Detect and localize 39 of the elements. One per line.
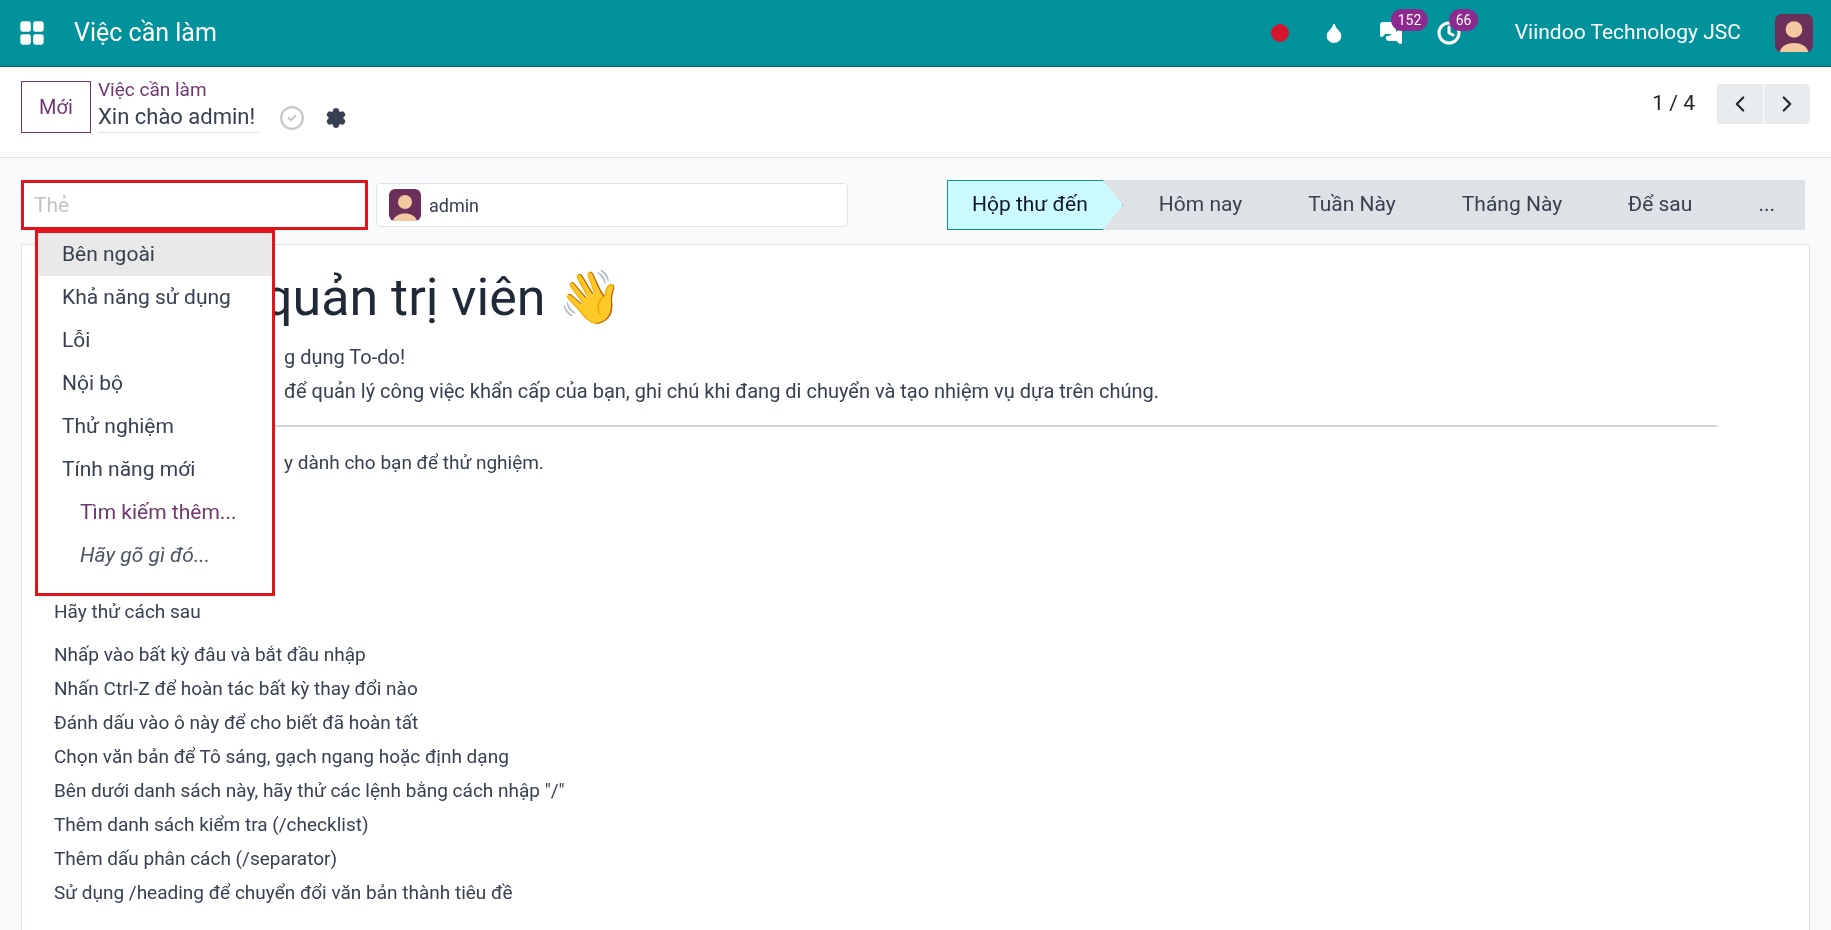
assignee-name: admin bbox=[429, 193, 480, 218]
breadcrumb-link[interactable]: Việc cần làm bbox=[98, 78, 348, 102]
tip-line: Thêm dấu phân cách (/separator) bbox=[54, 846, 339, 872]
tip-line: Sử dụng /heading để chuyển đổi văn bản thành tiêu đề bbox=[54, 880, 514, 906]
dropdown-item[interactable]: Tính năng mới bbox=[38, 448, 272, 491]
note-paragraph: g dụng To-do! bbox=[284, 344, 407, 371]
record-name-field[interactable]: Xin chào admin! bbox=[98, 102, 260, 133]
check-circle-icon[interactable] bbox=[279, 104, 306, 131]
count-badge: 66 bbox=[1448, 9, 1479, 31]
previous-button[interactable] bbox=[1717, 84, 1763, 124]
note-paragraph: để quản lý công việc khẩn cấp của bạn, ghi chú khi đang di chuyển và tạo nhiệm vụ dựa trên chúng. bbox=[284, 378, 1161, 405]
tip-line: Thêm danh sách kiểm tra (/checklist) bbox=[54, 812, 370, 838]
tip-line: Nhấp vào bất kỳ đâu và bắt đầu nhập bbox=[54, 642, 367, 668]
dropdown-item[interactable]: Nội bộ bbox=[38, 362, 272, 405]
dropdown-item[interactable]: Bên ngoài bbox=[38, 233, 272, 276]
dropdown-hint: Hãy gõ gì đó... bbox=[79, 541, 212, 569]
stage-step[interactable]: Hộp thư đến bbox=[946, 180, 1123, 230]
tip-line: Đánh dấu vào ô này để cho biết đã hoàn tất bbox=[54, 710, 420, 736]
new-button[interactable]: Mới bbox=[21, 81, 91, 133]
settings-icon[interactable] bbox=[325, 106, 348, 129]
next-button[interactable] bbox=[1764, 84, 1810, 124]
dropdown-item[interactable]: Lỗi bbox=[38, 319, 272, 362]
dropdown-item[interactable]: Khả năng sử dụng bbox=[38, 276, 272, 319]
app-title[interactable]: Việc cần làm bbox=[74, 14, 217, 52]
user-avatar bbox=[1775, 14, 1813, 52]
pager-text[interactable]: 1 / 4 bbox=[1652, 88, 1695, 120]
assignee-avatar bbox=[389, 189, 421, 221]
count-badge: 152 bbox=[1390, 9, 1429, 31]
apps-menu-icon[interactable] bbox=[18, 19, 46, 47]
tip-line: Nhấn Ctrl-Z để hoàn tác bất kỳ thay đổi nào bbox=[54, 676, 419, 702]
assignee-field[interactable]: admin bbox=[376, 183, 848, 227]
tip-line: Chọn văn bản để Tô sáng, gạch ngang hoặc định dạng bbox=[54, 744, 510, 770]
note-paragraph: y dành cho bạn để thử nghiệm. bbox=[284, 451, 544, 474]
note-subheading: Hãy thử cách sau bbox=[54, 599, 201, 623]
dropdown-item[interactable]: Thử nghiệm bbox=[38, 405, 272, 448]
tags-input-field[interactable]: Thẻ bbox=[21, 180, 368, 230]
tip-line: Bên dưới danh sách này, hãy thử các lệnh bằng cách nhập "/" bbox=[54, 778, 566, 804]
company-name[interactable]: Viindoo Technology JSC bbox=[1514, 17, 1741, 49]
dropdown-item[interactable]: Tìm kiếm thêm... bbox=[38, 491, 272, 534]
